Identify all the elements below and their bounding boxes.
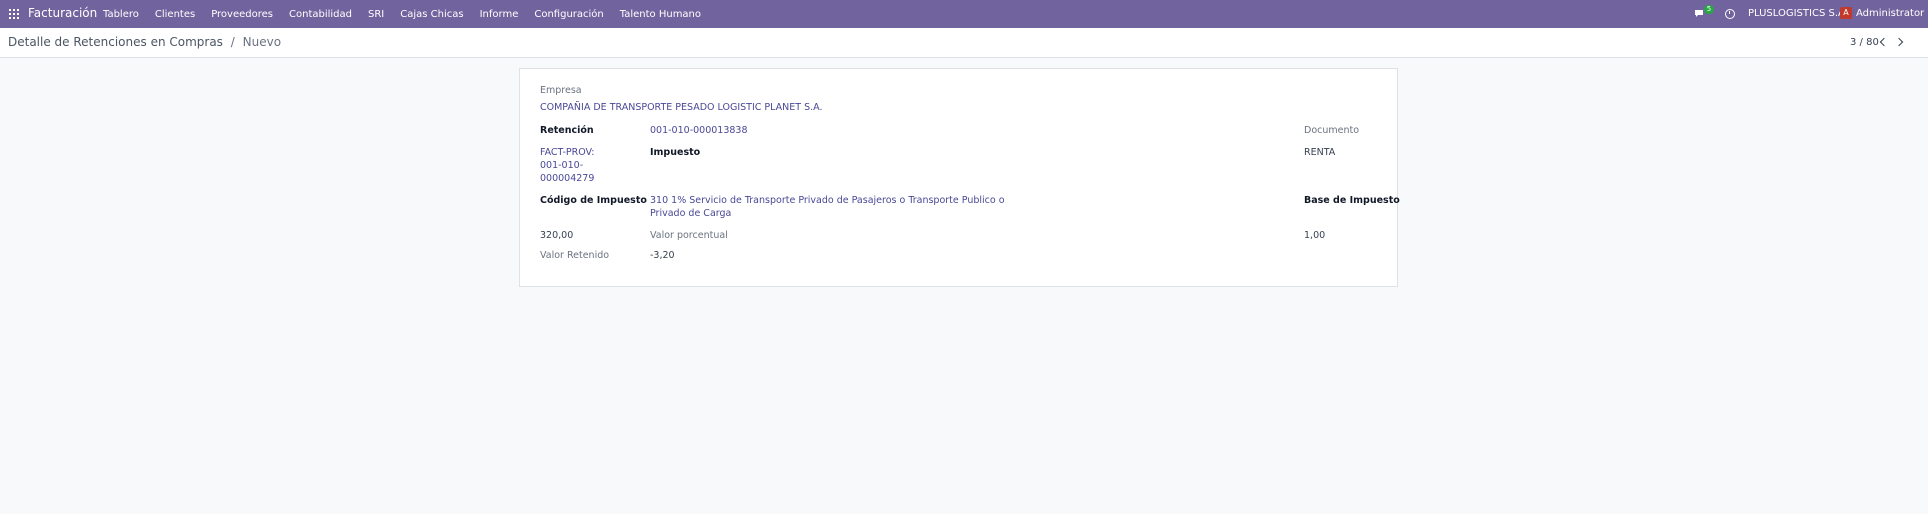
base-impuesto-field[interactable]: 320,00 [540,230,573,241]
chevron-left-icon [1879,37,1889,47]
breadcrumb: Detalle de Retenciones en Compras / Nuev… [8,35,281,49]
valor-retenido-field[interactable]: -3,20 [650,250,675,261]
apps-grid-icon[interactable] [9,9,19,19]
valor-retenido-label: Valor Retenido [540,250,610,261]
activity-clock-icon[interactable] [1725,9,1735,19]
app-brand[interactable]: Facturación [28,6,97,20]
menu-item-talento-humano[interactable]: Talento Humano [620,9,701,20]
impuesto-field[interactable]: RENTA [1304,147,1335,158]
menu-item-contabilidad[interactable]: Contabilidad [289,9,352,20]
menu-item-clientes[interactable]: Clientes [155,9,195,20]
user-menu[interactable]: Administrator [1856,8,1924,19]
retencion-label: Retención [540,125,594,136]
menu-item-cajas-chicas[interactable]: Cajas Chicas [400,9,463,20]
top-navbar: Facturación Tablero Clientes Proveedores… [0,0,1928,28]
menu-item-tablero[interactable]: Tablero [103,9,139,20]
breadcrumb-separator: / [230,35,235,49]
documento-field-line2[interactable]: 001-010- [540,160,583,171]
valor-porcentual-label: Valor porcentual [650,230,728,241]
company-switcher[interactable]: PLUSLOGISTICS S.A. [1748,8,1848,19]
breadcrumb-parent[interactable]: Detalle de Retenciones en Compras [8,35,223,49]
documento-field-line3[interactable]: 000004279 [540,173,594,184]
user-avatar[interactable]: A [1840,7,1852,19]
valor-porcentual-field[interactable]: 1,00 [1304,230,1325,241]
documento-label: Documento [1304,125,1360,136]
pager-previous-button[interactable] [1878,36,1889,48]
menu-item-informe[interactable]: Informe [480,9,519,20]
main-menu: Tablero Clientes Proveedores Contabilida… [103,0,717,28]
pager-next-button[interactable] [1894,36,1905,48]
menu-item-configuracion[interactable]: Configuración [534,9,603,20]
retencion-field[interactable]: 001-010-000013838 [650,125,748,136]
empresa-label: Empresa [540,85,582,96]
codigo-impuesto-label: Código de Impuesto [540,195,647,206]
chevron-right-icon [1894,37,1904,47]
control-panel: Detalle de Retenciones en Compras / Nuev… [0,28,1928,58]
impuesto-label: Impuesto [650,147,701,158]
pager-value[interactable]: 3 / 80 [1850,37,1879,48]
menu-item-sri[interactable]: SRI [368,9,384,20]
chat-count-badge: 5 [1704,5,1714,14]
empresa-field[interactable]: COMPAÑIA DE TRANSPORTE PESADO LOGISTIC P… [540,102,823,113]
documento-field-line1[interactable]: FACT-PROV: [540,147,594,158]
menu-item-proveedores[interactable]: Proveedores [211,9,273,20]
codigo-impuesto-field-line1[interactable]: 310 1% Servicio de Transporte Privado de… [650,195,1005,206]
breadcrumb-current: Nuevo [242,35,282,49]
base-impuesto-label: Base de Impuesto [1304,195,1400,206]
codigo-impuesto-field-line2[interactable]: Privado de Carga [650,208,731,219]
form-sheet: Empresa COMPAÑIA DE TRANSPORTE PESADO LO… [519,68,1400,287]
